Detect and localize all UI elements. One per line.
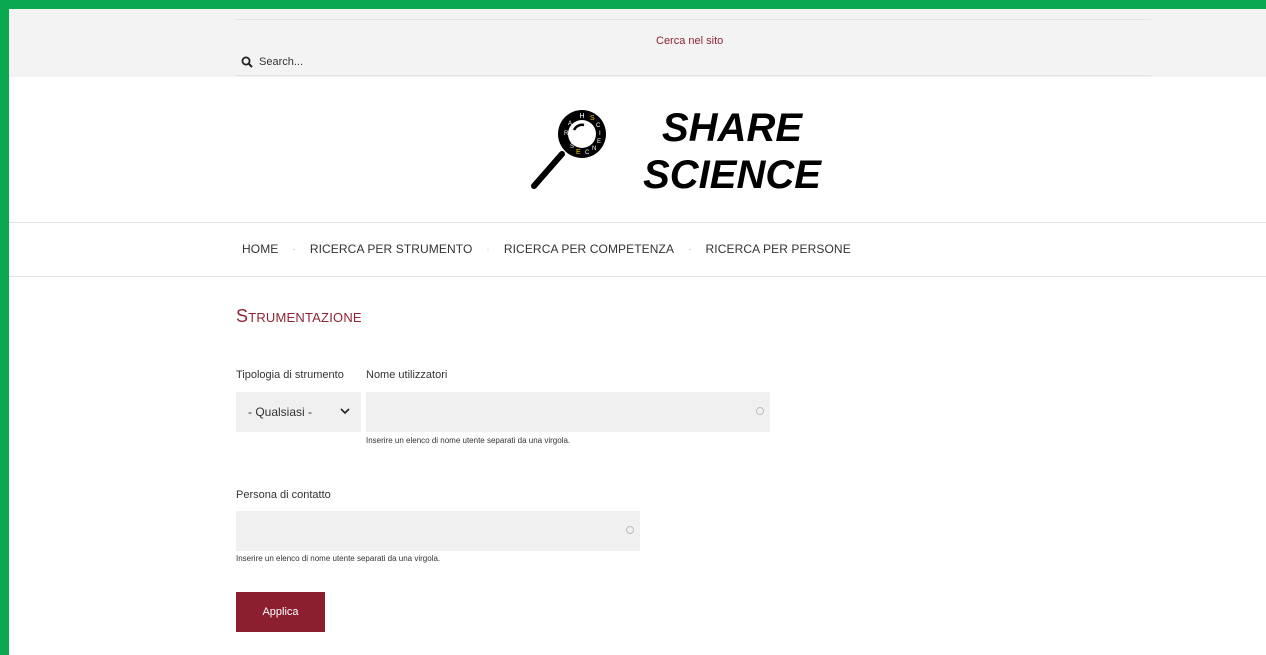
logo-wordmark: SHARE SCIENCE bbox=[632, 105, 832, 199]
autocomplete-icon bbox=[626, 526, 634, 534]
search-input[interactable]: Search... bbox=[259, 56, 303, 68]
top-search-bar: Cerca nel sito Search... bbox=[9, 9, 1266, 77]
logo-ring-letter: E bbox=[576, 149, 581, 156]
apply-button[interactable]: Applica bbox=[236, 592, 325, 632]
logo-line1: SHARE bbox=[661, 106, 803, 150]
logo-ring-letter: C bbox=[596, 123, 601, 129]
page-frame bbox=[0, 0, 1266, 655]
logo-ring-letter: R bbox=[564, 131, 569, 137]
contatto-input[interactable] bbox=[236, 511, 640, 551]
divider bbox=[9, 276, 1266, 277]
logo-ring-letter: N bbox=[592, 146, 596, 152]
divider bbox=[9, 222, 1266, 223]
logo-line2: SCIENCE bbox=[643, 153, 821, 197]
logo-ring-letter: A bbox=[568, 121, 572, 127]
autocomplete-icon bbox=[756, 407, 764, 415]
utilizzatori-input[interactable] bbox=[366, 392, 770, 432]
utilizzatori-hint: Inserire un elenco di nome utente separa… bbox=[366, 436, 571, 445]
main-nav: HOME · RICERCA PER STRUMENTO · RICERCA P… bbox=[242, 242, 851, 256]
search-title-text: Cerca nel sito bbox=[656, 35, 724, 47]
tipologia-select-value: - Qualsiasi - bbox=[248, 405, 313, 419]
tipologia-select[interactable]: - Qualsiasi - bbox=[236, 392, 361, 432]
page-title: Strumentazione bbox=[236, 306, 362, 326]
contatto-hint: Inserire un elenco di nome utente separa… bbox=[236, 554, 441, 563]
divider bbox=[235, 75, 1151, 76]
logo-ring-letter: E bbox=[597, 139, 601, 145]
nav-item-ricerca-strumento[interactable]: RICERCA PER STRUMENTO bbox=[310, 242, 473, 256]
logo-ring-letter: H bbox=[579, 113, 584, 120]
logo-ring-letter: S bbox=[570, 144, 574, 150]
divider bbox=[235, 19, 1151, 20]
search-box[interactable]: Search... bbox=[241, 56, 303, 68]
nav-separator: · bbox=[688, 243, 692, 255]
nav-separator: · bbox=[486, 243, 490, 255]
magnifier-icon: H S C I E N C E R A S bbox=[531, 110, 606, 189]
nav-item-ricerca-persone[interactable]: RICERCA PER PERSONE bbox=[706, 242, 851, 256]
contatto-label: Persona di contatto bbox=[236, 489, 331, 501]
nav-separator: · bbox=[292, 243, 296, 255]
tipologia-label: Tipologia di strumento bbox=[236, 369, 344, 381]
nav-item-home[interactable]: HOME bbox=[242, 242, 278, 256]
chevron-down-icon bbox=[339, 405, 351, 420]
utilizzatori-label: Nome utilizzatori bbox=[366, 369, 448, 381]
search-icon bbox=[241, 56, 253, 68]
logo-ring-letter: C bbox=[585, 150, 590, 156]
nav-item-ricerca-competenza[interactable]: RICERCA PER COMPETENZA bbox=[504, 242, 674, 256]
logo-ring-letter: S bbox=[590, 115, 595, 122]
